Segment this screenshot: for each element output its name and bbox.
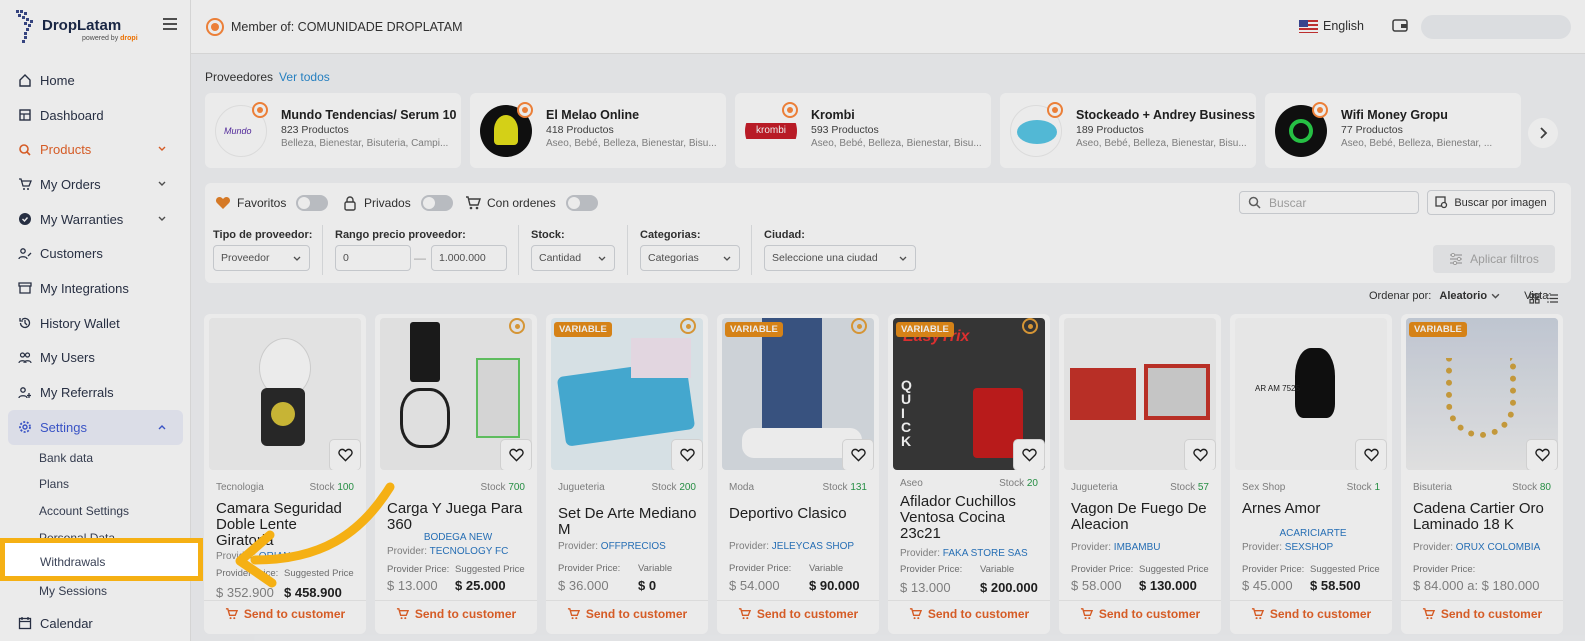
tutorial-arrow-icon	[235, 482, 395, 588]
withdrawals-highlight[interactable]: Withdrawals	[0, 538, 203, 581]
sidebar-item-withdrawals[interactable]: Withdrawals	[40, 555, 105, 569]
